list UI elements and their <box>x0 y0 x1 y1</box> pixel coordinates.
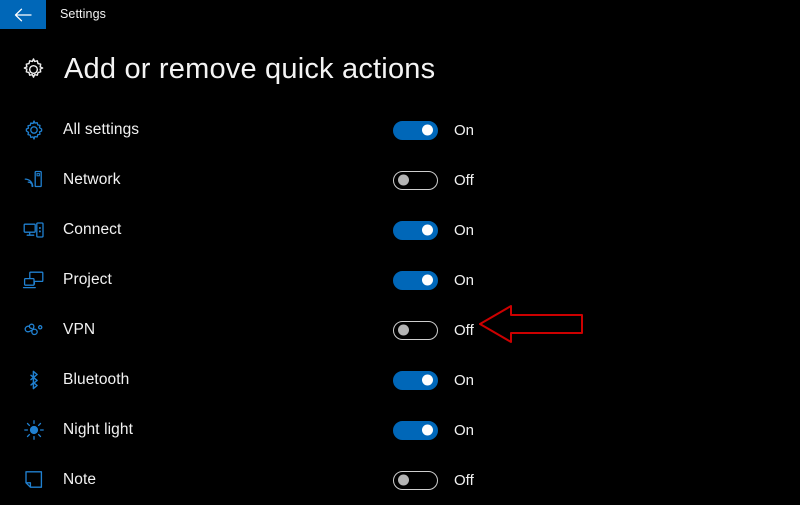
quick-action-row[interactable]: Network Off <box>0 155 800 205</box>
quick-action-label: VPN <box>63 321 96 338</box>
page-title: Add or remove quick actions <box>64 52 436 85</box>
quick-action-label: Project <box>63 271 112 288</box>
toggle-knob <box>422 424 433 436</box>
quick-actions-list: All settings On Network Off Connect On P… <box>0 105 800 505</box>
app-name: Settings <box>60 7 106 21</box>
toggle-group: Off <box>393 455 474 505</box>
quick-action-toggle[interactable] <box>393 420 438 440</box>
quick-action-label: Connect <box>63 221 122 238</box>
connect-icon <box>19 215 49 245</box>
quick-action-row[interactable]: Connect On <box>0 205 800 255</box>
quick-action-row[interactable]: Bluetooth On <box>0 355 800 405</box>
back-button[interactable] <box>0 0 46 29</box>
title-bar: Settings <box>0 0 800 29</box>
quick-action-label: Night light <box>63 421 134 438</box>
quick-action-toggle[interactable] <box>393 470 438 490</box>
toggle-knob <box>422 274 433 286</box>
toggle-state-label: On <box>454 371 475 389</box>
toggle-knob <box>422 124 433 136</box>
quick-action-toggle[interactable] <box>393 170 438 190</box>
bluetooth-icon <box>19 365 49 395</box>
vpn-icon <box>19 315 49 345</box>
quick-action-row[interactable]: VPN Off <box>0 305 800 355</box>
toggle-state-label: On <box>454 121 475 139</box>
note-icon <box>19 465 49 495</box>
quick-action-toggle[interactable] <box>393 220 438 240</box>
toggle-state-label: Off <box>454 321 474 339</box>
quick-action-label: All settings <box>63 121 140 138</box>
toggle-state-label: On <box>454 221 475 239</box>
gear-icon <box>19 115 49 145</box>
night-light-icon <box>19 415 49 445</box>
quick-action-toggle[interactable] <box>393 120 438 140</box>
quick-action-row[interactable]: Note Off <box>0 455 800 505</box>
quick-action-row[interactable]: Project On <box>0 255 800 305</box>
quick-action-toggle[interactable] <box>393 370 438 390</box>
toggle-knob <box>398 474 409 486</box>
project-icon <box>19 265 49 295</box>
quick-action-toggle[interactable] <box>393 320 438 340</box>
toggle-knob <box>422 224 433 236</box>
network-icon <box>19 165 49 195</box>
quick-action-toggle[interactable] <box>393 270 438 290</box>
quick-action-label: Network <box>63 171 121 188</box>
toggle-group: On <box>393 355 474 405</box>
toggle-state-label: On <box>454 421 475 439</box>
gear-icon <box>17 53 49 85</box>
quick-action-label: Note <box>63 471 97 488</box>
page-heading: Add or remove quick actions <box>0 44 800 94</box>
toggle-state-label: Off <box>454 171 474 189</box>
quick-action-row[interactable]: All settings On <box>0 105 800 155</box>
back-arrow-icon <box>14 8 32 22</box>
toggle-state-label: On <box>454 271 475 289</box>
toggle-group: On <box>393 105 474 155</box>
toggle-group: On <box>393 255 474 305</box>
toggle-knob <box>422 374 433 386</box>
quick-action-row[interactable]: Night light On <box>0 405 800 455</box>
toggle-knob <box>398 174 409 186</box>
quick-action-label: Bluetooth <box>63 371 130 388</box>
toggle-group: Off <box>393 305 474 355</box>
toggle-group: On <box>393 405 474 455</box>
toggle-knob <box>398 324 409 336</box>
toggle-group: On <box>393 205 474 255</box>
toggle-group: Off <box>393 155 474 205</box>
toggle-state-label: Off <box>454 471 474 489</box>
